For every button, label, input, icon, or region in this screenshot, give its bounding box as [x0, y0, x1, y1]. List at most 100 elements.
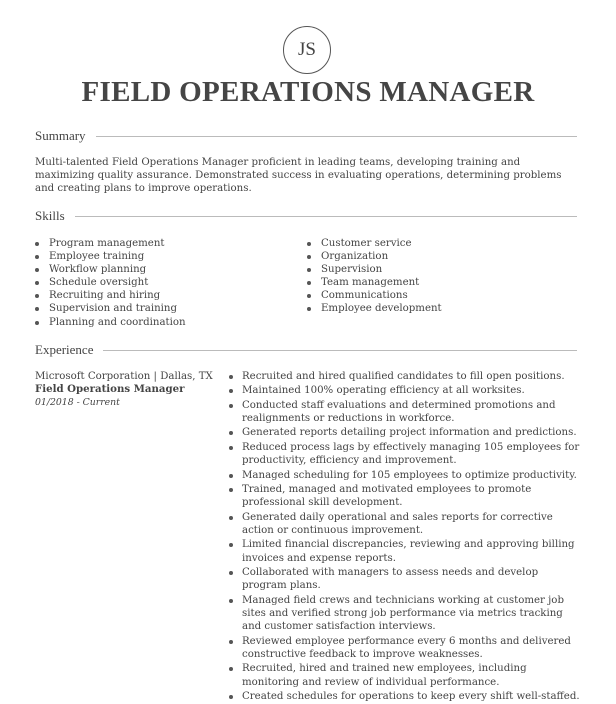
skill-item-text: Supervision and training	[49, 303, 177, 315]
skill-item: Organization	[307, 250, 442, 263]
skill-item-text: Program management	[49, 238, 165, 249]
initials-text: JS	[298, 39, 316, 60]
skill-item-text: Customer service	[321, 238, 412, 249]
job-bullet-text: Limited financial discrepancies, reviewi…	[242, 539, 575, 564]
bullet-icon	[35, 294, 39, 299]
bullet-icon	[229, 389, 233, 394]
bullet-icon	[35, 320, 39, 325]
job-bullet-text: Generated reports detailing project info…	[242, 427, 577, 439]
skill-item: Communications	[307, 289, 442, 302]
skills-header: Skills	[35, 208, 577, 224]
bullet-icon	[307, 268, 311, 273]
skills-heading: Skills	[35, 208, 65, 223]
skill-item-text: Planning and coordination	[49, 316, 186, 328]
summary-heading: Summary	[35, 128, 86, 143]
bullet-icon	[307, 255, 311, 260]
job-bullet-text: Reduced process lags by effectively mana…	[242, 441, 580, 467]
job-bullet-text: Recruited, hired and trained new employe…	[242, 663, 527, 688]
job-bullet: Conducted staff evaluations and determin…	[229, 399, 581, 426]
bullet-icon	[229, 375, 233, 379]
skills-list-right: Customer service Organization Supervision T…	[307, 237, 442, 316]
bullet-icon	[35, 255, 39, 260]
bullet-icon	[229, 598, 233, 603]
job-bullet-text: Trained, managed and motivated employees…	[242, 483, 532, 509]
bullet-icon	[35, 242, 39, 246]
job-bullet-text: Maintained 100% operating efficiency at …	[242, 385, 525, 397]
bullet-icon	[35, 281, 39, 286]
job-title: Field Operations Manager	[35, 383, 185, 395]
skill-item: Workflow planning	[35, 263, 186, 276]
skill-item: Planning and coordination	[35, 316, 186, 329]
skill-item-text: Supervision	[321, 264, 383, 276]
job-bullet: Generated daily operational and sales re…	[229, 511, 581, 538]
bullet-icon	[229, 473, 233, 478]
bullet-icon	[229, 571, 233, 575]
bullet-icon	[229, 487, 233, 492]
skill-item: Schedule oversight	[35, 276, 186, 289]
job-bullet: Trained, managed and motivated employees…	[229, 483, 581, 510]
job-bullet-text: Managed scheduling for 105 employees to …	[242, 469, 577, 481]
skill-item-text: Recruiting and hiring	[49, 290, 161, 302]
bullet-icon	[229, 639, 233, 644]
bullet-icon	[307, 281, 311, 286]
bullet-icon	[229, 403, 233, 408]
skill-item: Customer service	[307, 237, 442, 250]
bullet-icon	[229, 695, 233, 700]
bullet-icon	[229, 445, 233, 450]
monogram-initials: JS	[283, 26, 331, 74]
experience-heading: Experience	[35, 342, 94, 357]
skill-item: Supervision	[307, 263, 442, 276]
bullet-icon	[307, 307, 311, 312]
job-bullet: Generated reports detailing project info…	[229, 426, 581, 439]
bullet-icon	[35, 268, 39, 273]
summary-text: Multi-talented Field Operations Manager …	[35, 157, 562, 195]
skill-item: Supervision and training	[35, 302, 186, 315]
skill-item: Employee development	[307, 302, 442, 315]
bullet-icon	[35, 307, 39, 312]
skill-item-text: Workflow planning	[49, 264, 147, 276]
skill-item: Employee training	[35, 250, 186, 263]
job-bullet: Collaborated with managers to assess nee…	[229, 566, 581, 593]
job-bullet: Recruited, hired and trained new employe…	[229, 662, 581, 689]
bullet-icon	[229, 515, 233, 520]
company-location: Microsoft Corporation | Dallas, TX	[35, 371, 213, 382]
summary-header: Summary	[35, 128, 577, 144]
section-divider	[74, 215, 577, 217]
skill-item: Recruiting and hiring	[35, 289, 186, 302]
bullet-icon	[307, 294, 311, 299]
skill-item: Team management	[307, 276, 442, 289]
skill-item-text: Employee training	[49, 251, 145, 263]
section-divider	[103, 349, 577, 351]
job-bullet: Recruited and hired qualified candidates…	[229, 370, 581, 383]
bullet-icon	[229, 667, 233, 672]
job-bullet-text: Generated daily operational and sales re…	[242, 511, 553, 536]
skill-item: Program management	[35, 237, 186, 250]
skill-item-text: Organization	[321, 251, 389, 263]
skill-item-text: Team management	[321, 277, 420, 289]
job-dates: 01/2018 - Current	[35, 397, 120, 408]
job-bullet: Limited financial discrepancies, reviewi…	[229, 538, 581, 565]
skills-list-left: Program management Employee training Workf…	[35, 237, 186, 329]
job-bullet: Managed field crews and technicians work…	[229, 594, 581, 634]
skill-item-text: Communications	[321, 290, 408, 302]
job-bullet-text: Conducted staff evaluations and determin…	[242, 399, 556, 425]
job-bullet: Managed scheduling for 105 employees to …	[229, 469, 581, 482]
job-bullet: Created schedules for operations to keep…	[229, 690, 581, 703]
job-bullet-text: Managed field crews and technicians work…	[242, 594, 564, 633]
job-bullet: Reduced process lags by effectively mana…	[229, 441, 581, 468]
job-bullet: Reviewed employee performance every 6 mo…	[229, 635, 581, 662]
section-divider	[95, 135, 577, 137]
resume-title: FIELD OPERATIONS MANAGER	[81, 76, 535, 108]
job-bullet: Maintained 100% operating efficiency at …	[229, 384, 581, 397]
skill-item-text: Schedule oversight	[49, 277, 149, 289]
bullet-icon	[229, 431, 233, 436]
experience-header: Experience	[35, 342, 577, 358]
job-bullet-text: Collaborated with managers to assess nee…	[242, 567, 539, 592]
job-bullet-text: Created schedules for operations to keep…	[242, 691, 580, 703]
job-bullet-text: Reviewed employee performance every 6 mo…	[242, 635, 571, 660]
job-bullets: Recruited and hired qualified candidates…	[229, 370, 581, 704]
bullet-icon	[229, 543, 233, 548]
bullet-icon	[307, 242, 311, 246]
job-bullet-text: Recruited and hired qualified candidates…	[242, 371, 565, 382]
skill-item-text: Employee development	[321, 303, 442, 315]
